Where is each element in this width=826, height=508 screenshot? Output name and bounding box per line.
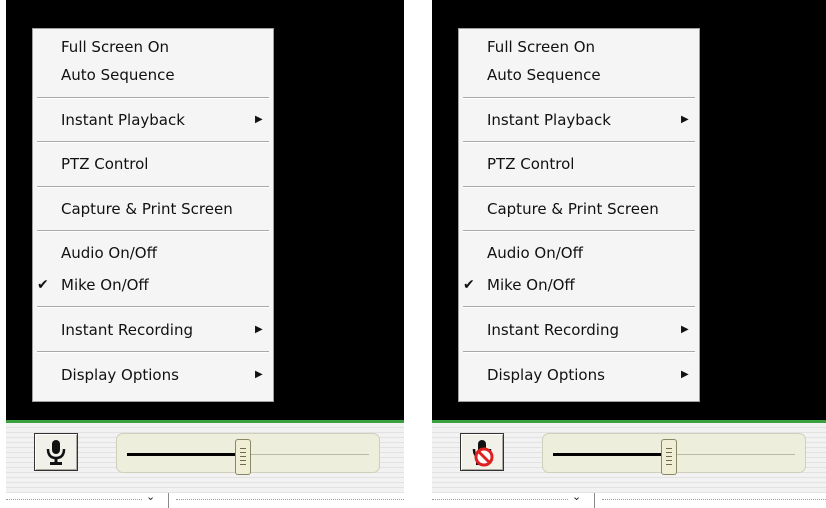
menu-separator — [463, 97, 695, 99]
submenu-arrow-icon: ▶ — [681, 369, 689, 380]
status-dotted-line — [176, 499, 404, 500]
slider-grip-line — [240, 452, 246, 453]
menu-item-display-options[interactable]: Display Options ▶ — [33, 362, 273, 388]
slider-thumb[interactable] — [235, 439, 251, 475]
submenu-arrow-icon: ▶ — [255, 324, 263, 335]
slider-grip-line — [666, 464, 672, 465]
volume-slider[interactable] — [116, 433, 380, 475]
slider-grip-line — [666, 448, 672, 449]
menu-separator — [463, 306, 695, 308]
slider-grip-line — [240, 456, 246, 457]
volume-slider[interactable] — [542, 433, 806, 475]
menu-item-mike-on-off[interactable]: ✔ Mike On/Off — [459, 272, 699, 298]
menu-item-label: PTZ Control — [487, 155, 575, 173]
status-bar: ⌄ — [432, 491, 826, 508]
slider-grip-line — [240, 448, 246, 449]
menu-item-label: Instant Playback — [61, 111, 185, 129]
chevron-down-icon[interactable]: ⌄ — [146, 491, 155, 503]
menu-item-label: Full Screen On — [487, 38, 596, 56]
menu-item-label: Instant Recording — [487, 321, 619, 339]
no-entry-icon — [474, 447, 494, 467]
slider-grip-line — [240, 460, 246, 461]
status-divider — [168, 493, 169, 508]
menu-item-label: Auto Sequence — [487, 66, 601, 84]
menu-separator — [37, 97, 269, 99]
menu-item-label: Capture & Print Screen — [487, 200, 659, 218]
menu-item-label: Audio On/Off — [61, 244, 157, 262]
status-bar: ⌄ — [6, 491, 404, 508]
menu-item-label: Display Options — [487, 366, 605, 384]
slider-empty-track — [243, 454, 369, 455]
menu-item-ptz-control[interactable]: PTZ Control — [459, 151, 699, 177]
slider-grip-line — [240, 464, 246, 465]
slider-empty-track — [669, 454, 795, 455]
slider-filled-track — [127, 453, 243, 456]
right-panel: Full Screen On Auto Sequence Instant Playb… — [432, 0, 826, 508]
menu-item-audio-on-off[interactable]: Audio On/Off — [459, 240, 699, 266]
menu-item-auto-sequence[interactable]: Auto Sequence — [33, 62, 273, 88]
menu-item-full-screen-on[interactable]: Full Screen On — [459, 34, 699, 60]
menu-separator — [463, 186, 695, 188]
submenu-arrow-icon: ▶ — [255, 369, 263, 380]
status-dotted-line — [432, 499, 568, 500]
mike-toggle-button[interactable] — [460, 433, 504, 471]
menu-separator — [463, 230, 695, 232]
left-panel: Full Screen On Auto Sequence Instant Playb… — [6, 0, 404, 508]
status-dotted-line — [602, 499, 826, 500]
microphone-icon — [46, 440, 66, 465]
menu-item-label: Instant Recording — [61, 321, 193, 339]
status-divider — [594, 493, 595, 508]
menu-separator — [37, 230, 269, 232]
menu-separator — [37, 351, 269, 353]
menu-separator — [37, 186, 269, 188]
slider-thumb[interactable] — [661, 439, 677, 475]
slider-filled-track — [553, 453, 669, 456]
menu-item-instant-playback[interactable]: Instant Playback ▶ — [459, 107, 699, 133]
menu-item-label: Auto Sequence — [61, 66, 175, 84]
menu-item-instant-playback[interactable]: Instant Playback ▶ — [33, 107, 273, 133]
menu-item-mike-on-off[interactable]: ✔ Mike On/Off — [33, 272, 273, 298]
slider-grip-line — [666, 460, 672, 461]
menu-item-label: Audio On/Off — [487, 244, 583, 262]
mike-toggle-button[interactable] — [34, 433, 78, 471]
context-menu: Full Screen On Auto Sequence Instant Playb… — [32, 28, 274, 402]
menu-item-display-options[interactable]: Display Options ▶ — [459, 362, 699, 388]
checkmark-icon: ✔ — [37, 277, 49, 293]
microphone-muted-icon — [472, 440, 494, 467]
menu-item-capture-print-screen[interactable]: Capture & Print Screen — [459, 196, 699, 222]
submenu-arrow-icon: ▶ — [681, 324, 689, 335]
menu-item-label: Display Options — [61, 366, 179, 384]
menu-item-full-screen-on[interactable]: Full Screen On — [33, 34, 273, 60]
submenu-arrow-icon: ▶ — [255, 114, 263, 125]
menu-item-label: Full Screen On — [61, 38, 170, 56]
menu-item-label: Capture & Print Screen — [61, 200, 233, 218]
menu-separator — [463, 351, 695, 353]
menu-item-instant-recording[interactable]: Instant Recording ▶ — [459, 317, 699, 343]
menu-item-label: Instant Playback — [487, 111, 611, 129]
status-dotted-line — [6, 499, 142, 500]
menu-item-label: Mike On/Off — [61, 276, 149, 294]
menu-item-label: PTZ Control — [61, 155, 149, 173]
menu-item-ptz-control[interactable]: PTZ Control — [33, 151, 273, 177]
menu-item-instant-recording[interactable]: Instant Recording ▶ — [33, 317, 273, 343]
menu-item-label: Mike On/Off — [487, 276, 575, 294]
slider-grip-line — [666, 456, 672, 457]
menu-item-capture-print-screen[interactable]: Capture & Print Screen — [33, 196, 273, 222]
menu-separator — [37, 141, 269, 143]
submenu-arrow-icon: ▶ — [681, 114, 689, 125]
checkmark-icon: ✔ — [463, 277, 475, 293]
menu-item-audio-on-off[interactable]: Audio On/Off — [33, 240, 273, 266]
chevron-down-icon[interactable]: ⌄ — [572, 491, 581, 503]
context-menu: Full Screen On Auto Sequence Instant Playb… — [458, 28, 700, 402]
menu-item-auto-sequence[interactable]: Auto Sequence — [459, 62, 699, 88]
menu-separator — [463, 141, 695, 143]
menu-separator — [37, 306, 269, 308]
slider-grip-line — [666, 452, 672, 453]
